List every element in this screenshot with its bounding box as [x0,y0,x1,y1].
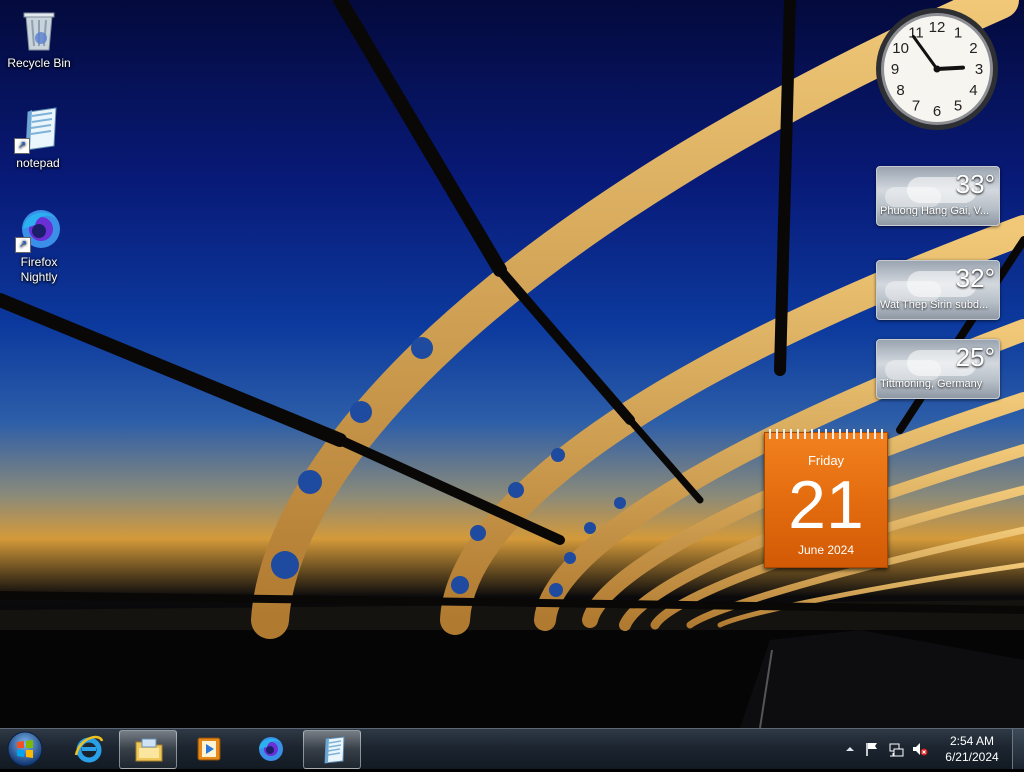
weather-gadget[interactable]: 25° Tittmoning, Germany [876,339,1000,399]
show-hidden-icons-icon[interactable] [842,741,858,757]
weather-location: Phuong Hàng Gai, V... [880,205,990,217]
desktop-icon-notepad[interactable]: ↗ notepad [0,106,76,171]
hour-hand [935,65,965,71]
taskbar-button-notepad[interactable] [303,730,361,769]
weather-gadget[interactable]: 32° Wat Thep Sirin subd... [876,260,1000,320]
weather-location: Wat Thep Sirin subd... [880,299,989,311]
windows-start-icon [7,731,43,767]
calendar-rings [769,429,883,439]
media-player-icon [197,737,221,761]
network-icon[interactable] [888,741,904,757]
wallpaper [0,0,1024,728]
start-button[interactable] [6,731,44,767]
clock-numeral: 4 [969,82,977,99]
taskbar-button-windows-explorer[interactable] [119,730,177,769]
weather-temperature: 33° [955,169,995,199]
shortcut-arrow-icon: ↗ [15,237,31,253]
clock-numeral: 9 [891,61,899,78]
taskbar-time: 2:54 AM [949,734,995,748]
clock-numeral: 3 [975,61,983,78]
weather-gadget[interactable]: 33° Phuong Hàng Gai, V... [876,166,1000,226]
taskbar-clock[interactable]: 2:54 AM 6/21/2024 [938,733,1006,765]
desktop-icon-label: Firefox Nightly [20,255,58,284]
calendar-gadget[interactable]: Friday 21 June 2024 [764,429,888,568]
weather-temperature: 32° [955,263,995,293]
clock-numeral: 6 [933,103,941,120]
notepad-icon: ↗ [14,106,62,154]
taskbar: 2:54 AM 6/21/2024 [0,728,1024,769]
firefox-nightly-icon [259,737,283,761]
weather-location: Tittmoning, Germany [880,378,983,390]
notepad-icon [324,736,345,764]
calendar-weekday: Friday [807,453,845,468]
desktop-icon-label: Recycle Bin [7,56,71,70]
taskbar-button-media-player[interactable] [180,730,236,767]
clock-numeral: 7 [912,97,920,114]
clock-numeral: 1 [954,25,962,42]
clock-numeral: 12 [929,19,946,36]
firefox-nightly-icon: ↗ [15,205,63,253]
clock-numeral: 10 [892,40,909,57]
recycle-bin-icon [15,6,63,54]
volume-muted-icon[interactable] [912,741,928,757]
calendar-day: 21 [788,467,864,543]
desktop[interactable]: Recycle Bin ↗ notepad ↗ Firefox Nightly [0,0,1024,728]
desktop-icon-label: notepad [16,156,60,170]
taskbar-button-firefox-nightly[interactable] [242,730,298,767]
desktop-icon-firefox-nightly[interactable]: ↗ Firefox Nightly [1,205,77,285]
weather-temperature: 25° [955,342,995,372]
desktop-icon-recycle-bin[interactable]: Recycle Bin [1,6,77,71]
calendar-month-year: June 2024 [797,543,855,557]
show-desktop-button[interactable] [1012,729,1024,769]
internet-explorer-icon [74,735,104,763]
taskbar-button-internet-explorer[interactable] [60,730,116,767]
clock-numeral: 2 [969,40,977,57]
action-center-flag-icon[interactable] [864,741,880,757]
clock-numeral: 5 [954,97,962,114]
shortcut-arrow-icon: ↗ [14,138,30,154]
clock-gadget[interactable]: 12 1 2 3 4 5 6 7 8 9 10 11 [874,6,1000,132]
clock-numeral: 8 [896,82,904,99]
taskbar-date: 6/21/2024 [945,750,999,764]
folder-icon [135,738,163,762]
